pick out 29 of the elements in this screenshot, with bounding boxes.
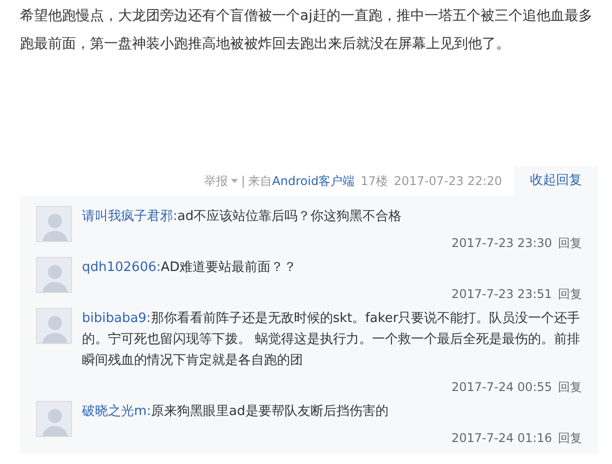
reply-time: 2017-7-24 00:55 xyxy=(452,379,552,396)
avatar-icon[interactable] xyxy=(36,401,72,437)
separator: | xyxy=(241,173,246,190)
reply-text: 破晓之光m:原来狗黑眼里ad是要帮队友断后挡伤害的 xyxy=(82,403,390,421)
reply-time: 2017-7-23 23:30 xyxy=(452,235,552,252)
username-link[interactable]: qdh102606: xyxy=(82,260,161,275)
reply-text: bibibaba9:那你看看前阵子还是无敌时候的skt。faker只要说不能打。队员没一个还手的。宁可死也留闪现等下拨。 蜗觉得这是执行力。一个救一个最后全死是最伤的。前排瞬间残血的情况下肯定就是各自跑的团 xyxy=(82,310,582,370)
reply-time: 2017-7-23 23:51 xyxy=(452,286,552,303)
source-link[interactable]: Android客户端 xyxy=(272,172,355,190)
reply-time: 2017-7-24 01:16 xyxy=(452,430,552,447)
reply-link[interactable]: 回复 xyxy=(558,377,582,397)
avatar-icon[interactable] xyxy=(36,308,72,344)
post-text: 希望他跑慢点，大龙团旁边还有个盲僧被一个aj赶的一直跑，推中一塔五个被三个追他血最多跑最前面，第一盘神装小跑推高地被被炸回去跑出来后就没在屏幕上见到他了。 xyxy=(20,7,594,54)
floor-number: 17楼 xyxy=(360,173,388,190)
source-label: 来自 xyxy=(248,173,272,190)
reply-link[interactable]: 回复 xyxy=(558,233,582,253)
collapse-replies-tab[interactable]: 收起回复 xyxy=(514,166,598,196)
report-link[interactable]: 举报 xyxy=(204,172,228,190)
reply-text: qdh102606:AD难道要站最前面？？ xyxy=(82,259,298,277)
reply-link[interactable]: 回复 xyxy=(558,428,582,448)
caret-icon xyxy=(231,179,238,183)
avatar-icon[interactable] xyxy=(36,257,72,293)
avatar-icon[interactable] xyxy=(36,206,72,242)
username-link[interactable]: 请叫我疯子君邪: xyxy=(82,209,178,224)
reply-link[interactable]: 回复 xyxy=(558,284,582,304)
reply-text: 请叫我疯子君邪:ad不应该站位靠后吗？你这狗黑不合格 xyxy=(82,208,403,226)
username-link[interactable]: 破晓之光m: xyxy=(82,404,152,419)
username-link[interactable]: bibibaba9: xyxy=(82,311,151,326)
post-time: 2017-07-23 22:20 xyxy=(394,173,502,190)
